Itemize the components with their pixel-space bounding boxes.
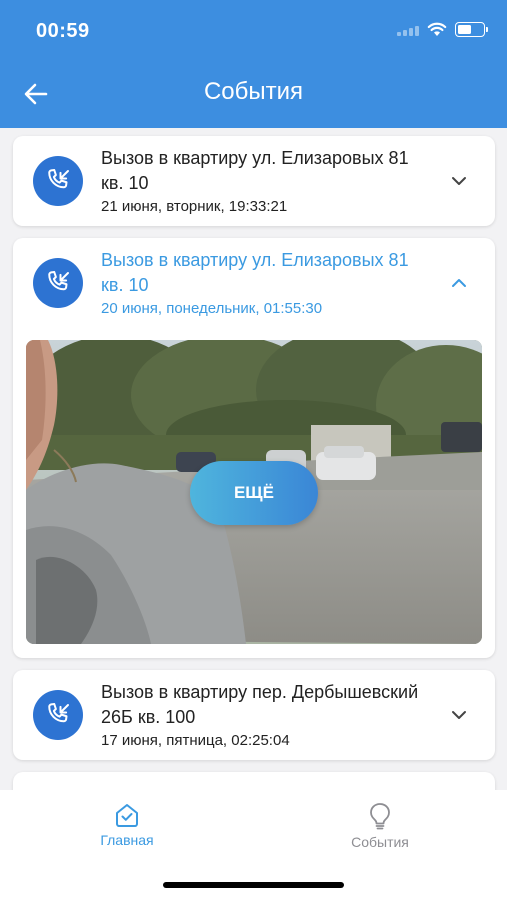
battery-icon bbox=[455, 22, 488, 37]
event-card[interactable]: Вызов в квартиру пер. Дербышевский 26Б к… bbox=[13, 670, 495, 760]
incoming-call-icon bbox=[33, 156, 83, 206]
more-button[interactable]: ЕЩЁ bbox=[190, 461, 318, 525]
chevron-down-icon bbox=[452, 711, 466, 719]
status-icons bbox=[397, 22, 488, 37]
tab-home-label: Главная bbox=[100, 832, 154, 848]
event-snapshot[interactable]: ЕЩЁ bbox=[26, 340, 482, 644]
event-date: 21 июня, вторник, 19:33:21 bbox=[101, 198, 288, 215]
status-time: 00:59 bbox=[36, 20, 90, 42]
app-header: 00:59 События bbox=[0, 0, 507, 128]
expand-button[interactable] bbox=[447, 703, 471, 727]
expand-button[interactable] bbox=[447, 169, 471, 193]
event-date: 20 июня, понедельник, 01:55:30 bbox=[101, 300, 323, 317]
home-icon bbox=[116, 804, 138, 827]
event-title: Вызов в квартиру пер. Дербышевский 26Б к… bbox=[101, 682, 419, 727]
tab-bar: Главная События bbox=[0, 790, 507, 900]
incoming-call-icon bbox=[33, 690, 83, 740]
signal-icon bbox=[397, 24, 419, 36]
event-card[interactable]: Вызов в квартиру ул. Елизаровых 81 кв. 1… bbox=[13, 136, 495, 226]
home-indicator bbox=[163, 882, 344, 888]
collapse-button[interactable] bbox=[447, 271, 471, 295]
chevron-down-icon bbox=[452, 177, 466, 185]
lightbulb-icon bbox=[370, 803, 390, 830]
tab-home[interactable]: Главная bbox=[67, 802, 187, 848]
page-title: События bbox=[203, 78, 304, 105]
event-title: Вызов в квартиру ул. Елизаровых 81 кв. 1… bbox=[101, 148, 409, 193]
wifi-icon bbox=[427, 22, 447, 36]
event-date: 17 июня, пятница, 02:25:04 bbox=[101, 732, 290, 749]
event-card-expanded[interactable]: Вызов в квартиру ул. Елизаровых 81 кв. 1… bbox=[13, 238, 495, 658]
tab-events[interactable]: События bbox=[320, 802, 440, 850]
tab-events-label: События bbox=[351, 834, 409, 850]
incoming-call-icon bbox=[33, 258, 83, 308]
chevron-up-icon bbox=[452, 279, 466, 287]
status-bar: 00:59 bbox=[0, 0, 507, 60]
battery-level bbox=[458, 25, 472, 34]
events-list[interactable]: Вызов в квартиру ул. Елизаровых 81 кв. 1… bbox=[0, 128, 507, 790]
event-title: Вызов в квартиру ул. Елизаровых 81 кв. 1… bbox=[101, 250, 409, 295]
event-card-partial[interactable] bbox=[13, 772, 495, 790]
